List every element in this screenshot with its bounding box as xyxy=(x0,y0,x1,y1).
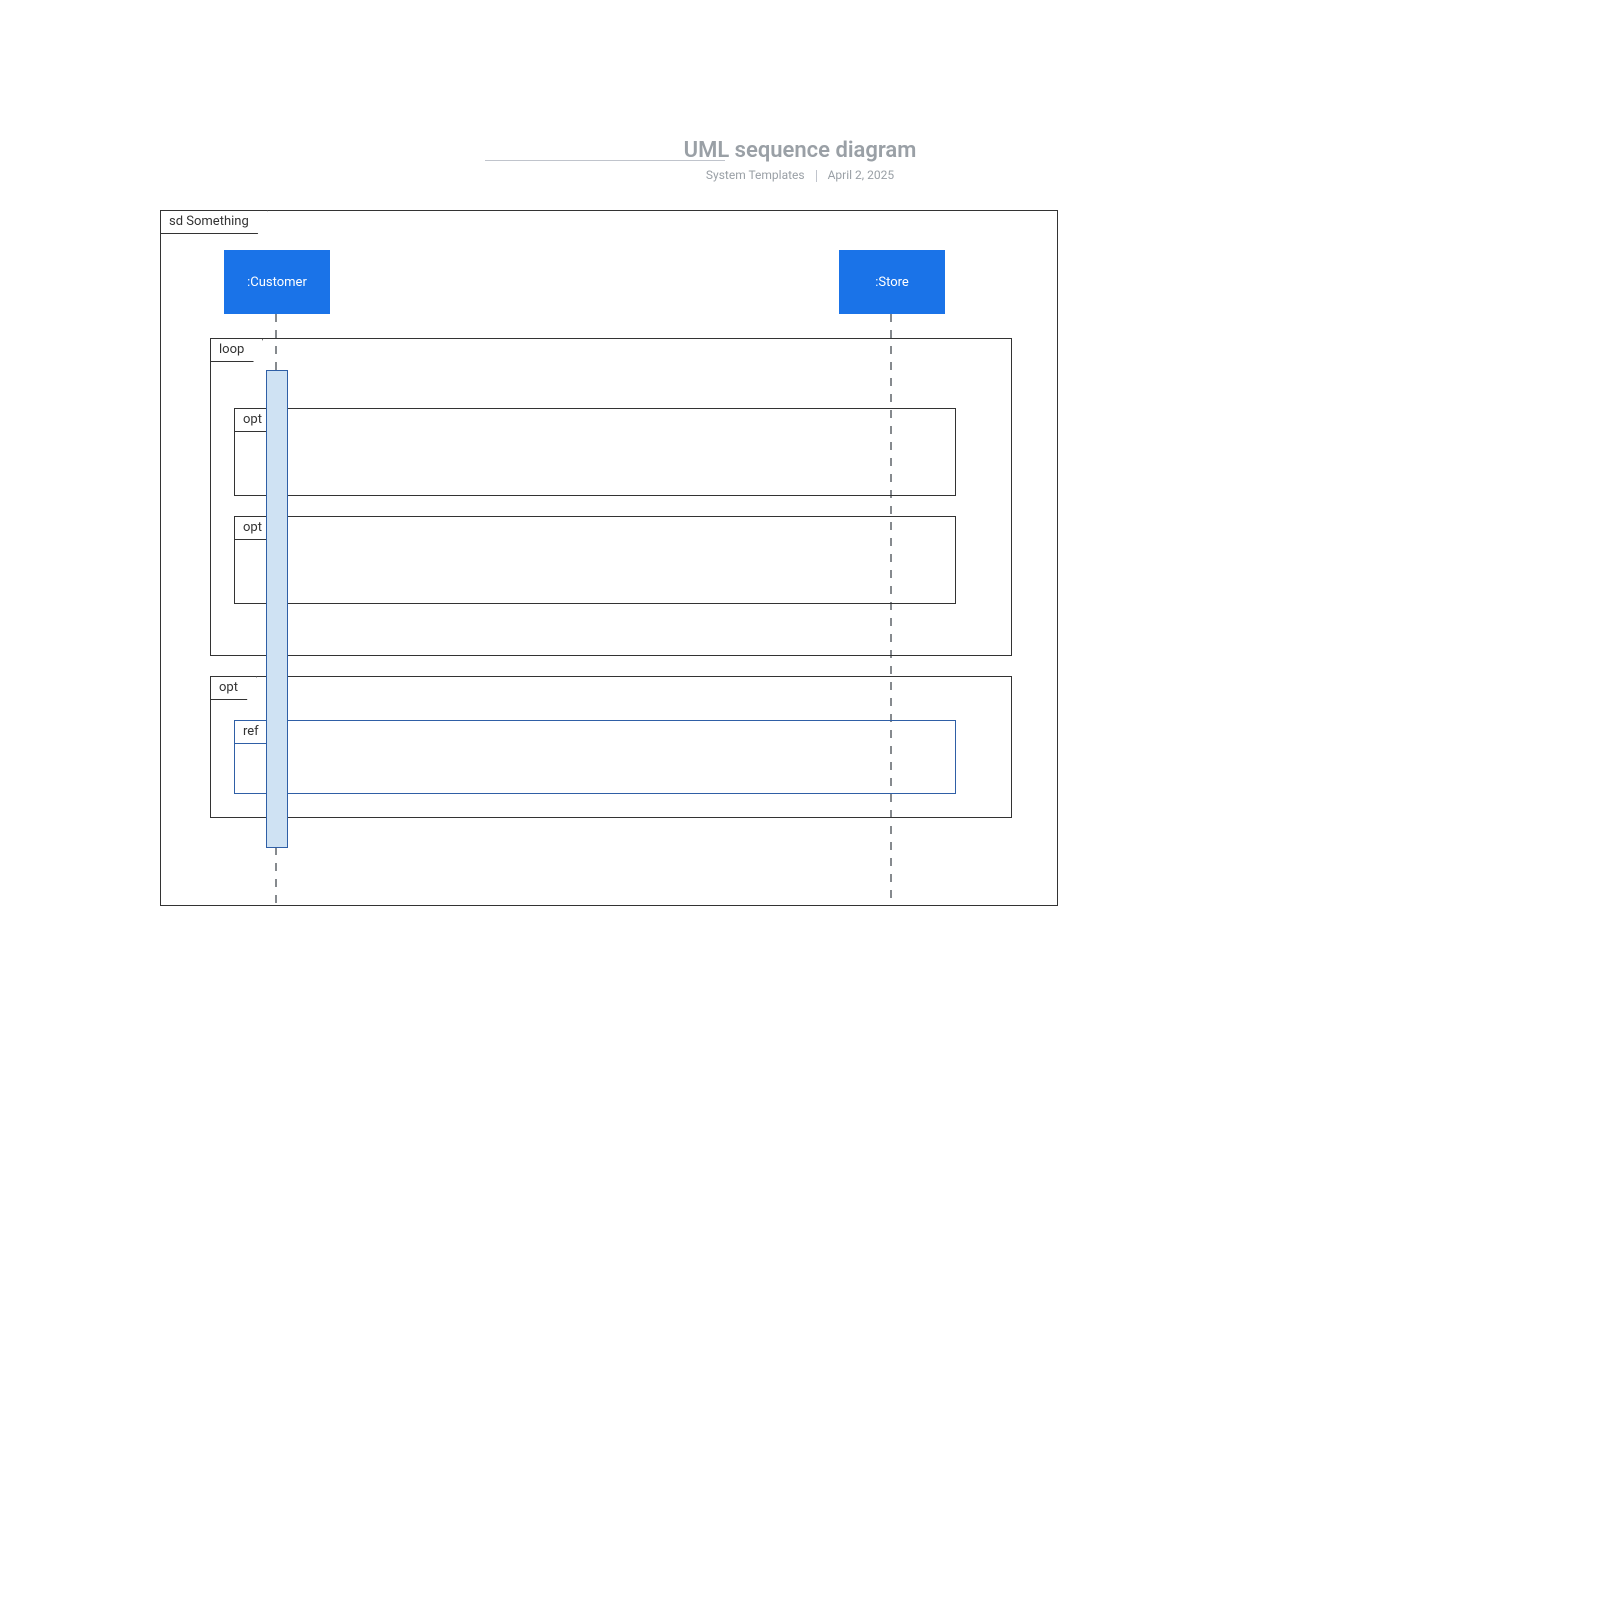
opt3-label: opt xyxy=(210,676,257,700)
activation-bar-customer xyxy=(266,370,288,848)
subtitle-right: April 2, 2025 xyxy=(828,168,895,182)
lifeline-store: :Store xyxy=(839,250,945,314)
ref-fragment: ref xyxy=(234,720,956,794)
loop-fragment: loop xyxy=(210,338,1012,656)
opt-fragment-2: opt xyxy=(234,516,956,604)
page-subtitle: System Templates April 2, 2025 xyxy=(0,168,1600,182)
sd-frame-label: sd Something xyxy=(160,210,268,234)
subtitle-left: System Templates xyxy=(706,168,805,182)
subtitle-separator xyxy=(816,170,817,182)
lifeline-store-label: :Store xyxy=(875,275,909,290)
lifeline-customer-label: :Customer xyxy=(247,275,307,290)
title-underline xyxy=(485,160,725,161)
page-title: UML sequence diagram xyxy=(0,138,1600,163)
diagram-canvas: UML sequence diagram System Templates Ap… xyxy=(0,0,1600,1600)
opt-fragment-1: opt xyxy=(234,408,956,496)
loop-label: loop xyxy=(210,338,263,362)
lifeline-customer: :Customer xyxy=(224,250,330,314)
